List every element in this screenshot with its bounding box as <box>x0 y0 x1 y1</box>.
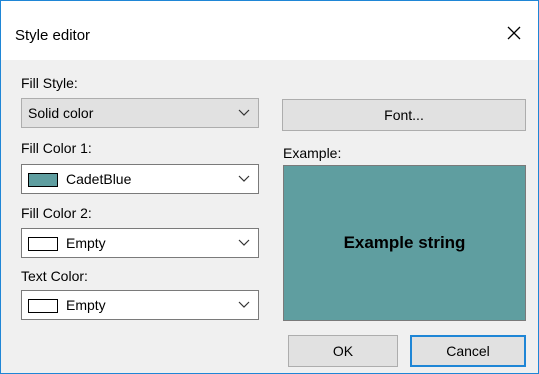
example-preview: Example string <box>283 165 526 321</box>
fill-color-2-label: Fill Color 2: <box>21 205 92 221</box>
fill-color-1-dropdown[interactable]: CadetBlue <box>21 164 259 194</box>
fill-style-dropdown[interactable]: Solid color <box>21 98 259 128</box>
style-editor-dialog: Style editor Fill Style: Solid color Fil… <box>0 0 539 374</box>
fill-color-2-dropdown[interactable]: Empty <box>21 228 259 258</box>
close-icon <box>507 26 521 40</box>
text-color-dropdown[interactable]: Empty <box>21 290 259 320</box>
fill-color-2-value: Empty <box>66 235 106 251</box>
fill-color-1-swatch <box>28 173 58 187</box>
text-color-label: Text Color: <box>21 268 88 284</box>
chevron-down-icon <box>238 301 250 308</box>
font-button[interactable]: Font... <box>282 99 526 131</box>
close-button[interactable] <box>496 15 532 51</box>
cancel-button[interactable]: Cancel <box>410 335 526 367</box>
fill-color-2-swatch <box>28 237 58 251</box>
text-color-value: Empty <box>66 297 106 313</box>
ok-button[interactable]: OK <box>288 335 398 367</box>
text-color-swatch <box>28 299 58 313</box>
fill-style-value: Solid color <box>28 105 94 121</box>
example-text: Example string <box>343 233 466 252</box>
example-label: Example: <box>283 145 342 161</box>
fill-style-label: Fill Style: <box>21 75 78 91</box>
fill-color-1-label: Fill Color 1: <box>21 140 92 156</box>
chevron-down-icon <box>238 175 250 182</box>
title-bar: Style editor <box>1 1 538 60</box>
chevron-down-icon <box>238 239 250 246</box>
chevron-down-icon <box>238 109 250 116</box>
fill-color-1-value: CadetBlue <box>66 171 132 187</box>
dialog-title: Style editor <box>15 27 91 44</box>
